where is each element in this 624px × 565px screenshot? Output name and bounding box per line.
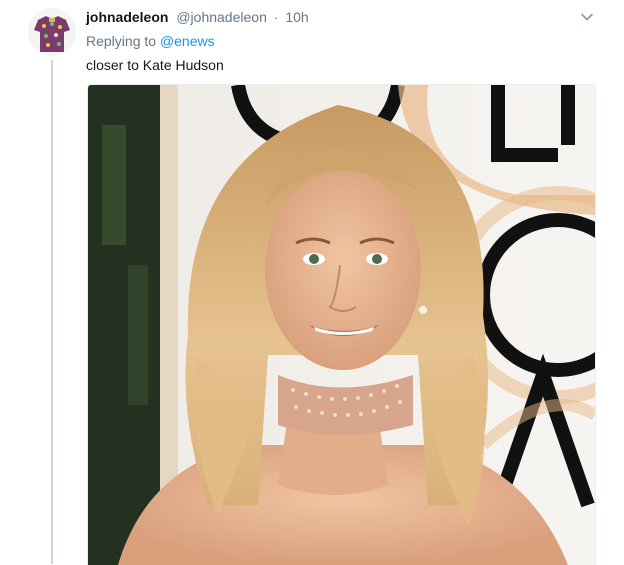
chevron-down-icon — [581, 13, 593, 21]
tweet-photo[interactable] — [87, 84, 596, 565]
photo-image — [88, 85, 595, 565]
tweet: johnadeleon @johnadeleon · 10h Replying … — [0, 0, 624, 565]
user-handle[interactable]: @johnadeleon — [176, 9, 267, 25]
thread-line — [51, 60, 53, 564]
tweet-text: closer to Kate Hudson — [86, 57, 224, 73]
timestamp[interactable]: 10h — [285, 9, 308, 25]
reply-prefix: Replying to — [86, 33, 157, 49]
reply-context: Replying to @enews — [86, 32, 215, 50]
shirt-icon — [34, 16, 70, 52]
reply-mention-link[interactable]: @enews — [160, 33, 215, 49]
avatar[interactable] — [28, 8, 76, 56]
separator-dot: · — [273, 9, 279, 25]
tweet-menu-button[interactable] — [578, 8, 596, 26]
tweet-header: johnadeleon @johnadeleon · 10h — [86, 8, 596, 26]
display-name[interactable]: johnadeleon — [86, 9, 168, 25]
